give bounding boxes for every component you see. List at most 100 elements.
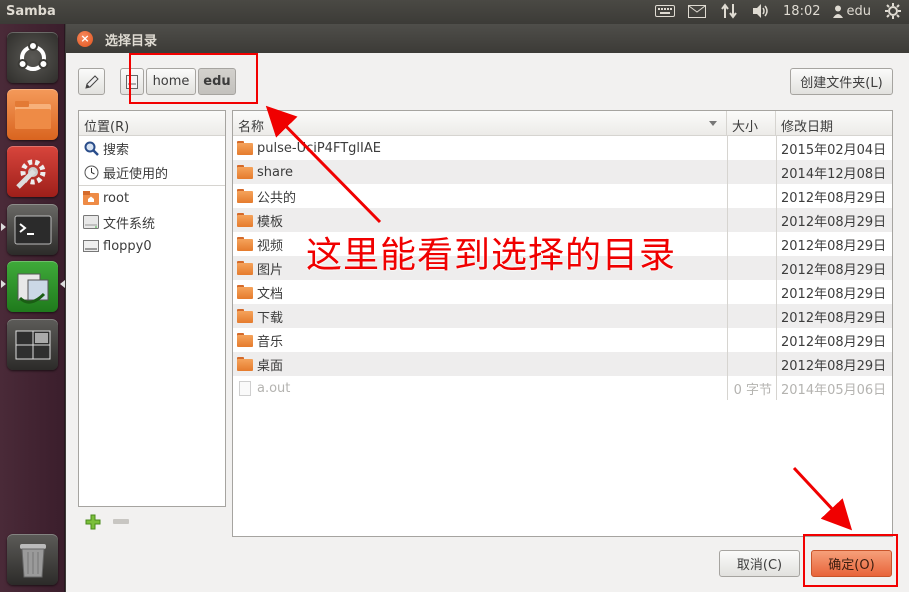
column-separator[interactable] [775,111,776,136]
cell-date: 2012年08月29日 [776,256,892,280]
mail-icon[interactable] [687,3,707,19]
table-row[interactable]: 音乐 2012年08月29日 [233,328,892,352]
user-menu[interactable]: edu [832,4,871,19]
workspace-switcher-button[interactable] [7,319,58,370]
file-name: 音乐 [257,334,284,350]
file-name: 下载 [257,310,284,326]
table-row[interactable]: 文档 2012年08月29日 [233,280,892,304]
cell-name: share [233,160,726,184]
place-root[interactable]: root [79,186,225,210]
home-folder-icon [83,190,99,206]
column-name-header[interactable]: 名称 [238,116,264,135]
clock-text[interactable]: 18:02 [783,4,820,19]
floppy-icon [83,238,99,254]
cell-date: 2012年08月29日 [776,304,892,328]
place-search[interactable]: 搜索 [79,136,225,160]
file-name: 模板 [257,214,284,230]
table-row[interactable]: pulse-UciP4FTglIAE 2015年02月04日 [233,136,892,160]
terminal-icon [14,215,51,244]
terminal-launcher-button[interactable] [7,204,58,255]
cell-size: 0 字节 [727,376,776,400]
app-title: Samba [6,4,56,19]
cell-date: 2014年12月08日 [776,160,892,184]
column-date-header[interactable]: 修改日期 [781,116,833,135]
volume-icon[interactable] [751,3,771,19]
cell-size [727,280,776,304]
table-row[interactable]: 下载 2012年08月29日 [233,304,892,328]
cell-size [727,208,776,232]
table-row[interactable]: 公共的 2012年08月29日 [233,184,892,208]
cell-size [727,136,776,160]
file-name: pulse-UciP4FTglIAE [257,140,381,156]
choose-directory-dialog: × 选择目录 home edu 创建文件夹(L) 位置(R) 搜索 最近使用的 … [66,24,909,592]
remove-bookmark-button[interactable] [113,519,129,524]
cell-name: a.out [233,376,726,400]
trash-launcher-button[interactable] [7,534,58,585]
file-name: a.out [257,380,291,396]
network-icon[interactable] [719,3,739,19]
place-label: floppy0 [103,238,152,254]
place-label: 搜索 [103,142,130,158]
file-name: 文档 [257,286,284,302]
cell-name: pulse-UciP4FTglIAE [233,136,726,160]
dash-home-button[interactable] [7,32,58,83]
column-separator[interactable] [726,111,727,136]
place-floppy[interactable]: floppy0 [79,234,225,258]
cell-size [727,160,776,184]
active-indicator [60,280,65,288]
file-name: 桌面 [257,358,284,374]
cell-name: 文档 [233,280,726,304]
file-name: 图片 [257,262,284,278]
files-launcher-button[interactable] [7,89,58,140]
column-size-header[interactable]: 大小 [732,116,758,135]
cell-name: 桌面 [233,352,726,376]
folder-icon [237,141,253,155]
cell-size [727,256,776,280]
cell-size [727,184,776,208]
table-row[interactable]: a.out 0 字节 2014年05月06日 [233,376,892,400]
place-label: 最近使用的 [103,166,169,182]
samba-launcher-button[interactable] [7,261,58,312]
drive-icon [83,214,99,230]
table-row[interactable]: share 2014年12月08日 [233,160,892,184]
annotation-box-breadcrumb [129,53,258,104]
dialog-titlebar: × 选择目录 [66,24,909,53]
place-recent[interactable]: 最近使用的 [79,160,225,184]
place-filesystem[interactable]: 文件系统 [79,210,225,234]
dialog-title: 选择目录 [105,34,158,49]
top-panel: Samba 18:02 edu [0,0,909,24]
file-icon [239,380,251,396]
running-indicator [1,280,6,288]
close-icon[interactable]: × [77,31,93,47]
cell-date: 2012年08月29日 [776,232,892,256]
keyboard-icon[interactable] [655,3,676,19]
annotation-text: 这里能看到选择的目录 [306,235,677,276]
cell-date: 2014年05月06日 [776,376,892,400]
create-folder-button[interactable]: 创建文件夹(L) [790,68,893,95]
folder-icon [237,165,253,179]
launcher [0,24,65,592]
places-sidebar: 位置(R) 搜索 最近使用的 root 文件系统 floppy0 [78,110,226,507]
table-row[interactable]: 桌面 2012年08月29日 [233,352,892,376]
annotation-box-ok [803,534,898,587]
folder-icon [237,309,253,323]
folder-icon [237,237,253,251]
add-bookmark-button[interactable] [85,514,101,530]
cancel-button[interactable]: 取消(C) [719,550,800,577]
type-location-button[interactable] [78,68,105,95]
network-share-icon [17,273,48,304]
system-tray: 18:02 edu [655,3,903,19]
cell-size [727,328,776,352]
folder-icon [237,189,253,203]
cell-name: 音乐 [233,328,726,352]
power-gear-icon[interactable] [883,3,903,19]
settings-launcher-button[interactable] [7,146,58,197]
file-list-header: 名称 大小 修改日期 [233,111,892,136]
cell-name: 下载 [233,304,726,328]
search-icon [83,140,99,156]
places-header[interactable]: 位置(R) [79,111,225,136]
file-name: 视频 [257,238,284,254]
folder-icon [237,261,253,275]
plus-icon [85,514,101,530]
folder-icon [237,213,253,227]
